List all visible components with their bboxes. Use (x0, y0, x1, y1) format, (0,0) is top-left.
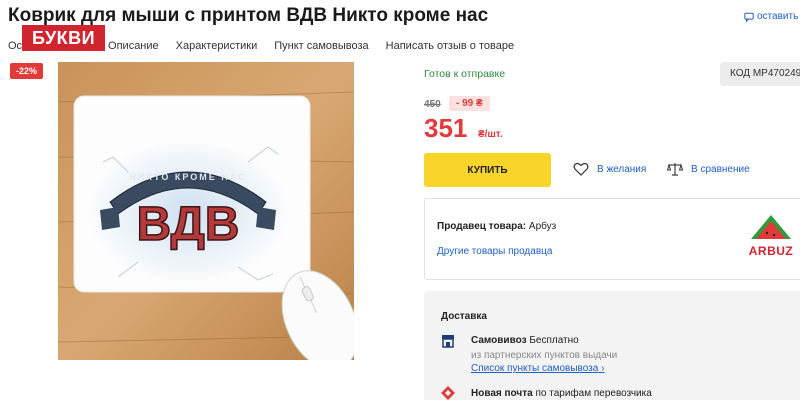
tab-overview[interactable]: Ос (8, 40, 22, 52)
heart-icon (573, 162, 589, 176)
seller-name: Арбуз (528, 221, 557, 232)
comment-icon (744, 12, 754, 22)
seller-info: Продавец товара: Арбуз (437, 221, 556, 232)
tab-write-review[interactable]: Написать отзыв о товаре (386, 40, 514, 52)
pickup-sub: из партнерских пунктов выдачи (471, 350, 618, 361)
pickup-points-link[interactable]: Список пункты самовывоза › (471, 363, 604, 374)
seller-logo-text: ARBUZ (748, 244, 794, 258)
old-price: 450 (424, 99, 441, 110)
pickup-points-label: Список пункты самовывоза (471, 363, 599, 374)
leave-review-link[interactable]: оставить отзыв (744, 11, 800, 22)
mousepad-picture: НИКТО КРОМЕ НАС ВДВ (58, 62, 354, 360)
nova-poshta-price: по тарифам перевозчика (535, 388, 652, 399)
tab-characteristics[interactable]: Характеристики (176, 40, 258, 52)
pickup-price: Бесплатно (529, 335, 579, 346)
bukvi-watermark: БУКВИ (22, 25, 106, 51)
discount-badge: -22% (10, 63, 44, 79)
scales-icon (667, 163, 683, 176)
seller-panel: Продавец товара: Арбуз Другие товары про… (424, 198, 800, 280)
price-discount: - 99 ₴ (449, 96, 490, 111)
chevron-right-icon: › (601, 363, 605, 374)
price-unit: ₴/шт. (478, 129, 503, 140)
seller-other-products-link[interactable]: Другие товары продавца (437, 246, 552, 257)
nova-poshta-icon (441, 386, 455, 400)
stock-status: Готов к отправке (424, 68, 506, 80)
tab-pickup-point[interactable]: Пункт самовывоза (274, 40, 368, 52)
delivery-title: Доставка (441, 311, 487, 322)
pickup-store-icon (442, 335, 454, 348)
add-to-compare-button[interactable]: В сравнение (667, 162, 750, 176)
leave-review-label: оставить отзыв (757, 11, 800, 22)
tab-description[interactable]: Описание (108, 40, 159, 52)
compare-label: В сравнение (691, 163, 750, 175)
product-image[interactable]: НИКТО КРОМЕ НАС ВДВ (58, 62, 354, 360)
add-to-wishlist-button[interactable]: В желания (573, 162, 646, 176)
pickup-line: Самовивоз Бесплатно (471, 335, 579, 346)
pickup-name: Самовивоз (471, 335, 527, 346)
product-title: Коврик для мыши с принтом ВДВ Никто кром… (8, 5, 489, 26)
product-code: КОД MP470249 (720, 62, 800, 86)
delivery-panel: Доставка Самовивоз Бесплатно из партнерс… (424, 291, 800, 400)
wishlist-label: В желания (597, 163, 647, 175)
nova-poshta-line: Новая почта по тарифам перевозчика (471, 388, 652, 399)
mousepad-slogan: НИКТО КРОМЕ НАС (129, 172, 246, 182)
mousepad-logo-text: ВДВ (137, 198, 240, 251)
seller-label: Продавец товара: (437, 221, 527, 232)
buy-button[interactable]: КУПИТЬ (424, 153, 551, 187)
nova-poshta-name: Новая почта (471, 388, 533, 399)
current-price: 351 (424, 113, 468, 143)
